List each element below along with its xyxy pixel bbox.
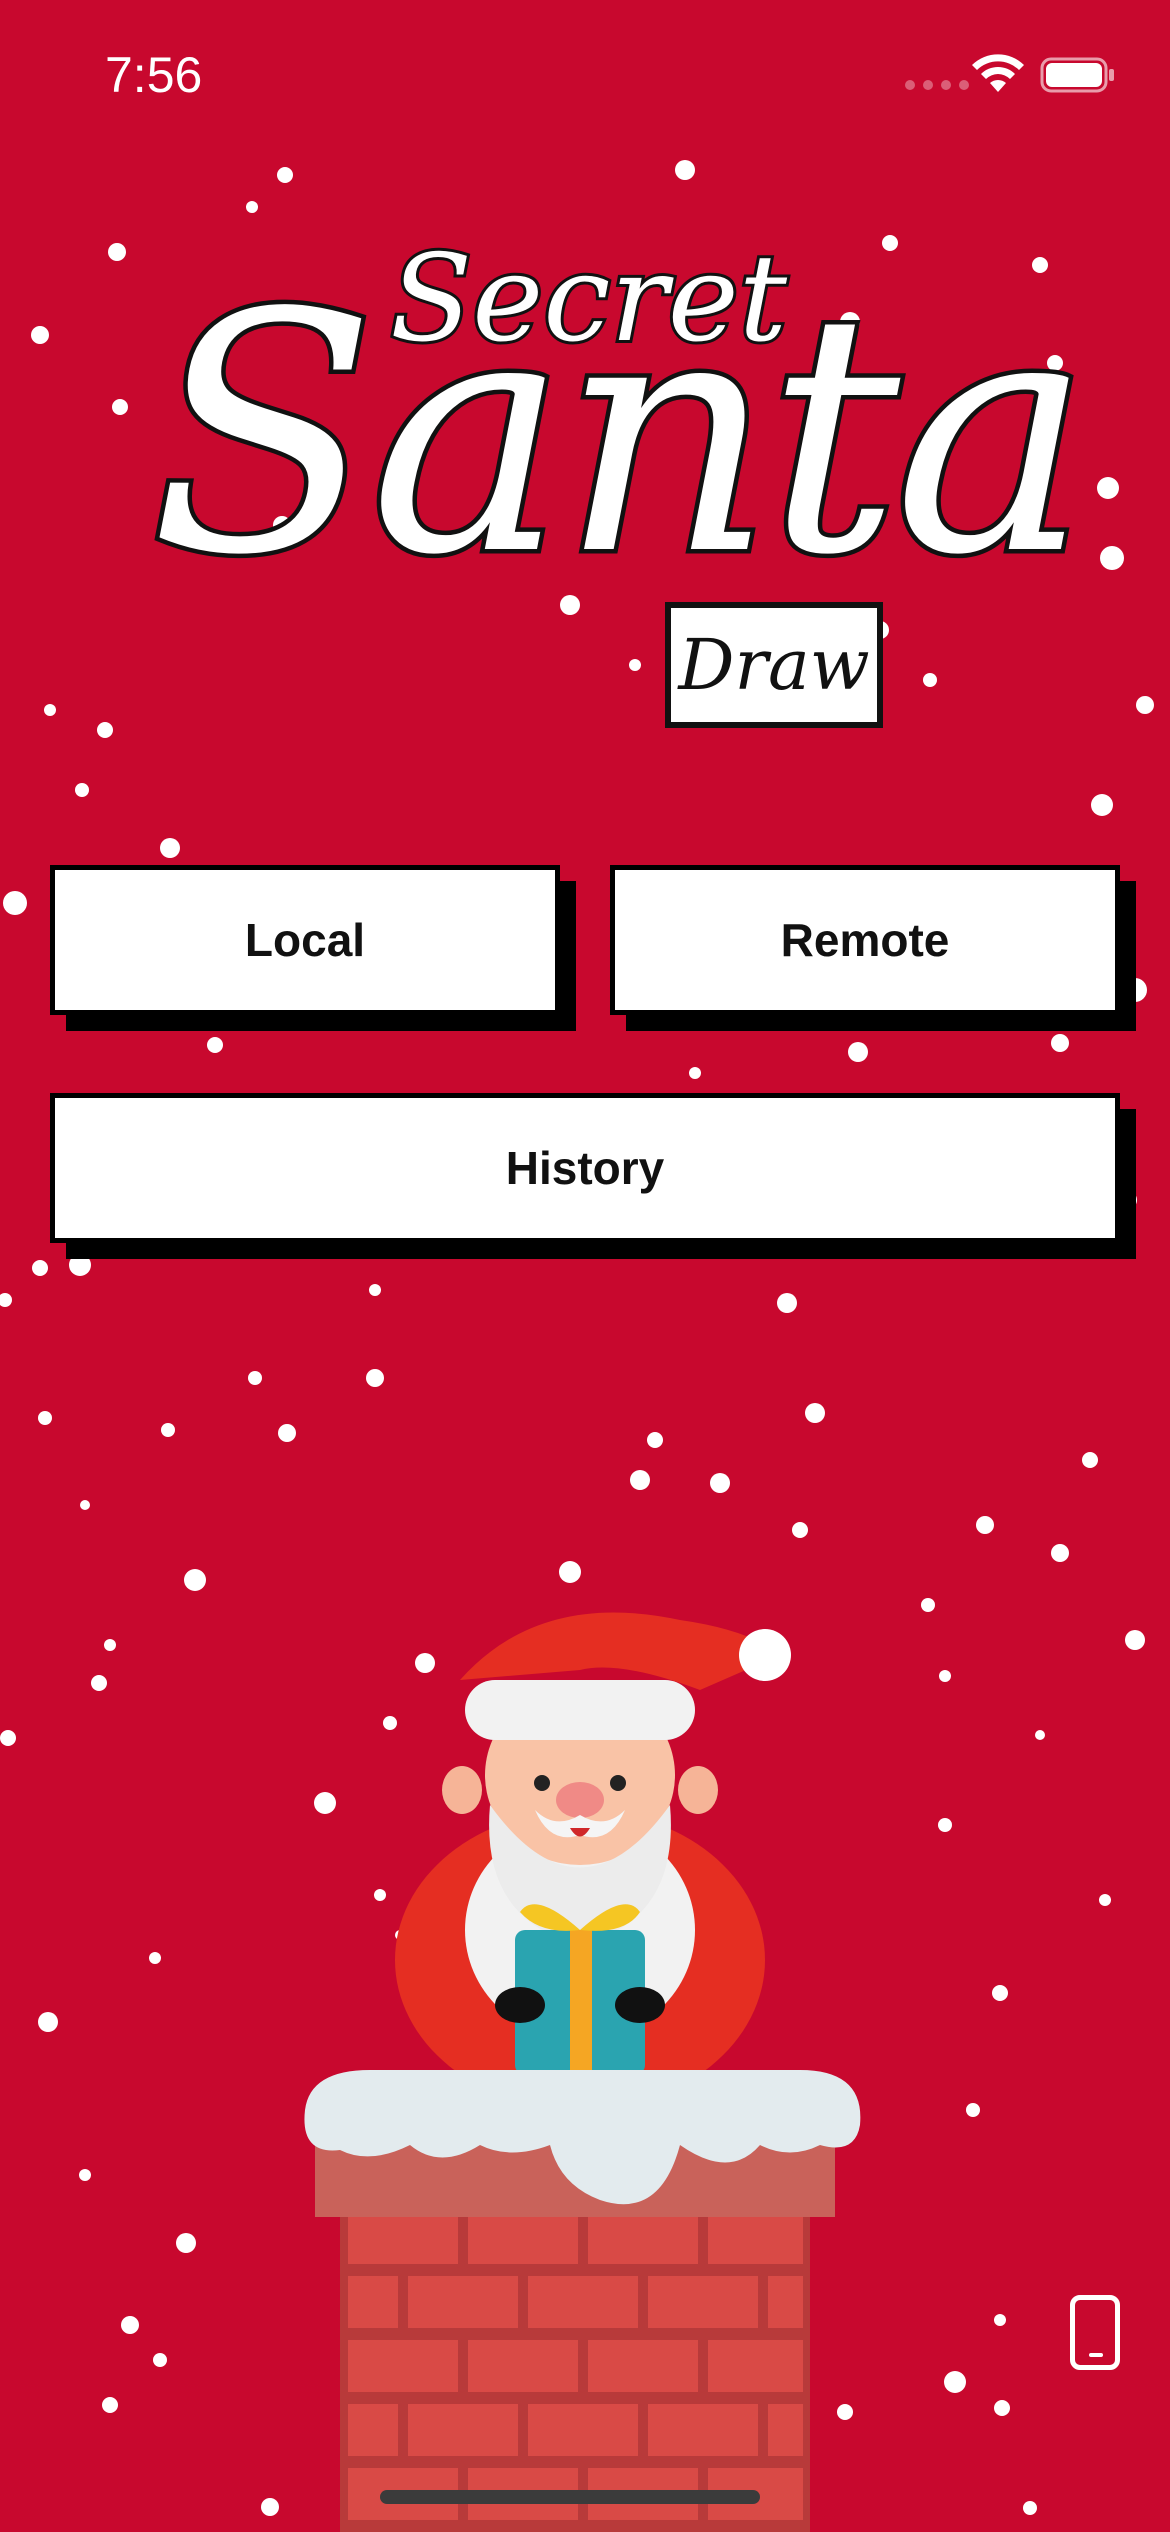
history-button[interactable]: History [50, 1093, 1120, 1243]
logo-draw-badge: Draw [665, 602, 883, 728]
santa [395, 1612, 791, 2110]
status-time: 7:56 [105, 47, 203, 103]
cellular-signal-icon [905, 80, 969, 90]
secret-santa-draw-logo: Secret Santa Draw [130, 227, 1095, 740]
wifi-icon [972, 54, 1024, 92]
phone-icon[interactable] [1070, 2295, 1120, 2370]
chimney [315, 2145, 835, 2532]
battery-icon [1040, 57, 1114, 93]
logo-santa-text: Santa [146, 243, 1096, 627]
remote-button[interactable]: Remote [610, 865, 1120, 1015]
status-bar: 7:56 [0, 0, 1170, 150]
local-button[interactable]: Local [50, 865, 560, 1015]
santa-chimney-illustration [304, 1612, 861, 2532]
